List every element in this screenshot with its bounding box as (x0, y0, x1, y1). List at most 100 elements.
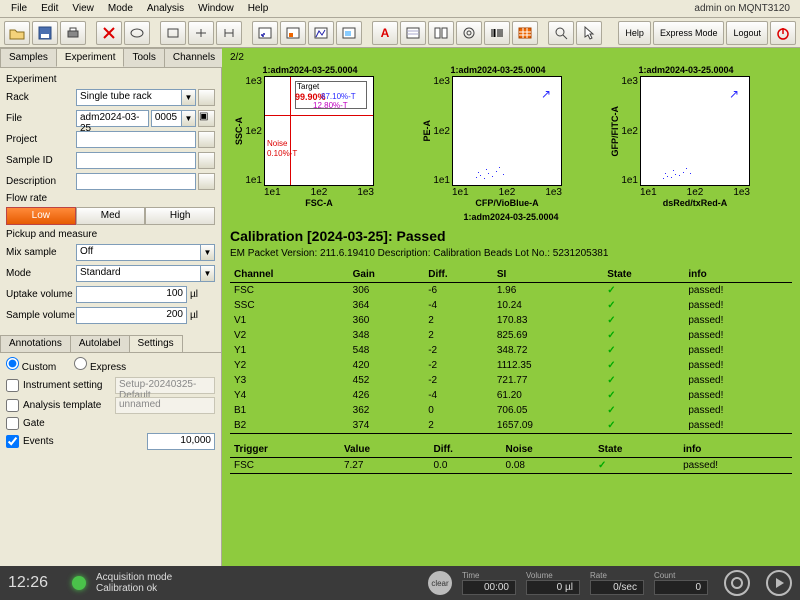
flowrate-high-button[interactable]: High (145, 207, 215, 225)
menubar: File Edit View Mode Analysis Window Help… (0, 0, 800, 18)
plot-3[interactable]: 1:adm2024-03-25.0004 GFP/FITC-A 1e31e21e… (606, 65, 766, 208)
analysis-template-value[interactable]: unnamed (115, 397, 215, 414)
th-trigger: Trigger (230, 442, 340, 458)
play-button[interactable] (766, 570, 792, 596)
flowrate-med-button[interactable]: Med (76, 207, 146, 225)
file-label: File (6, 113, 76, 124)
events-input[interactable]: 10,000 (147, 433, 215, 450)
description-input[interactable] (76, 173, 196, 190)
sample-vol-unit: µl (187, 310, 215, 321)
menu-window[interactable]: Window (191, 1, 241, 16)
mode-dropdown-icon[interactable]: ▼ (201, 265, 215, 282)
overlay-icon[interactable] (336, 21, 362, 45)
express-radio[interactable]: Express (74, 357, 126, 373)
pickup-measure-label: Pickup and measure (6, 229, 215, 240)
analysis-template-label: Analysis template (23, 400, 115, 411)
menu-help[interactable]: Help (241, 1, 276, 16)
power-icon[interactable] (770, 21, 796, 45)
tab-settings[interactable]: Settings (129, 335, 183, 352)
events-checkbox[interactable] (6, 435, 19, 448)
record-button[interactable] (724, 570, 750, 596)
density-icon[interactable] (280, 21, 306, 45)
custom-radio[interactable]: Custom (6, 357, 56, 373)
plot-3-xlabel: dsRed/txRed-A (640, 198, 750, 208)
th-noise: Noise (502, 442, 594, 458)
instrument-setting-checkbox[interactable] (6, 379, 19, 392)
tab-experiment[interactable]: Experiment (56, 48, 125, 67)
zoom-icon[interactable] (548, 21, 574, 45)
th-channel: Channel (230, 267, 349, 283)
tab-tools[interactable]: Tools (123, 48, 164, 67)
tab-channels[interactable]: Channels (164, 48, 224, 67)
user-info: admin on MQNT3120 (694, 3, 796, 14)
th-info2: info (679, 442, 792, 458)
check-icon: ✓ (603, 403, 684, 418)
menu-mode[interactable]: Mode (101, 1, 140, 16)
file-name-input[interactable]: adm2024-03-25 (76, 110, 149, 127)
check-icon: ✓ (603, 298, 684, 313)
file-seq-input[interactable]: 0005 (151, 110, 182, 127)
description-button[interactable] (198, 173, 215, 190)
description-label: Description (6, 176, 76, 187)
plot-2[interactable]: 1:adm2024-03-25.0004 PE-A 1e31e21e1 ↗ 1e… (418, 65, 578, 208)
file-seq-dropdown-icon[interactable]: ▼ (182, 110, 196, 127)
rack-dropdown-icon[interactable]: ▼ (182, 89, 196, 106)
sampleid-button[interactable] (198, 152, 215, 169)
help-button[interactable]: Help (618, 21, 651, 45)
layout-icon[interactable] (428, 21, 454, 45)
dotplot-icon[interactable] (252, 21, 278, 45)
check-icon: ✓ (603, 373, 684, 388)
menu-edit[interactable]: Edit (34, 1, 65, 16)
stats-icon[interactable] (400, 21, 426, 45)
barcode-icon[interactable] (484, 21, 510, 45)
plot-1-noise-label: Noise (267, 139, 287, 148)
range-icon[interactable] (216, 21, 242, 45)
mode-select[interactable]: Standard (76, 265, 201, 282)
logout-button[interactable]: Logout (726, 21, 768, 45)
tab-samples[interactable]: Samples (0, 48, 57, 67)
express-mode-button[interactable]: Express Mode (653, 21, 725, 45)
calibration-table: Channel Gain Diff. SI State info FSC306-… (230, 267, 792, 434)
plot-1-xlabel: FSC-A (264, 198, 374, 208)
mix-dropdown-icon[interactable]: ▼ (201, 244, 215, 261)
flowrate-low-button[interactable]: Low (6, 207, 76, 225)
plot-2-ylabel: PE-A (422, 120, 432, 142)
mix-select[interactable]: Off (76, 244, 201, 261)
toolbar: A Help Express Mode Logout (0, 18, 800, 48)
ellipse-icon[interactable] (124, 21, 150, 45)
rack-select[interactable]: Single tube rack (76, 89, 182, 106)
sample-vol-input[interactable]: 200 (76, 307, 187, 324)
plot-1-ylabel: SSC-A (234, 117, 244, 145)
compensation-icon[interactable] (456, 21, 482, 45)
tab-autolabel[interactable]: Autolabel (70, 335, 130, 352)
menu-analysis[interactable]: Analysis (140, 1, 191, 16)
tab-annotations[interactable]: Annotations (0, 335, 71, 352)
instrument-setting-value[interactable]: Setup-20240325-Default (115, 377, 215, 394)
print-icon[interactable] (60, 21, 86, 45)
top-tabstrip: Samples Experiment Tools Channels (0, 48, 221, 68)
project-input[interactable] (76, 131, 196, 148)
plot-area: 2/2 1:adm2024-03-25.0004 SSC-A 1e31e21e1… (222, 48, 800, 566)
open-icon[interactable] (4, 21, 30, 45)
plot-1[interactable]: 1:adm2024-03-25.0004 SSC-A 1e31e21e1 Tar… (230, 65, 390, 208)
file-button[interactable]: ▣ (198, 110, 215, 127)
rate-label: Rate (590, 571, 607, 580)
histogram-icon[interactable] (308, 21, 334, 45)
save-icon[interactable] (32, 21, 58, 45)
uptake-input[interactable]: 100 (76, 286, 187, 303)
th-diff2: Diff. (430, 442, 502, 458)
rect-icon[interactable] (160, 21, 186, 45)
quad-icon[interactable] (188, 21, 214, 45)
analysis-template-checkbox[interactable] (6, 399, 19, 412)
delete-icon[interactable] (96, 21, 122, 45)
grid-icon[interactable] (512, 21, 538, 45)
annotate-icon[interactable]: A (372, 21, 398, 45)
clear-button[interactable]: clear (428, 571, 452, 595)
menu-view[interactable]: View (65, 1, 101, 16)
pointer-icon[interactable] (576, 21, 602, 45)
rack-button[interactable] (198, 89, 215, 106)
sampleid-input[interactable] (76, 152, 196, 169)
menu-file[interactable]: File (4, 1, 34, 16)
project-button[interactable] (198, 131, 215, 148)
gate-checkbox[interactable] (6, 417, 19, 430)
